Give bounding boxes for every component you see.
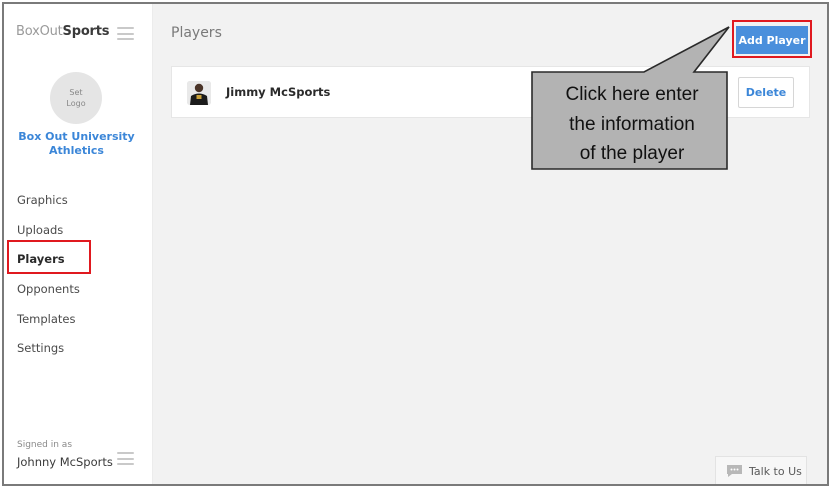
sidebar-item-templates[interactable]: Templates xyxy=(4,305,149,335)
set-logo-line2: Logo xyxy=(66,99,86,108)
chat-bubble-icon xyxy=(727,465,742,477)
organization-name-line2: Athletics xyxy=(49,144,104,157)
sidebar-item-opponents[interactable]: Opponents xyxy=(4,275,149,305)
user-menu-icon[interactable] xyxy=(117,452,134,465)
brand-light: BoxOut xyxy=(16,24,63,39)
organization-name[interactable]: Box Out University Athletics xyxy=(4,130,149,158)
add-player-highlight-box xyxy=(732,20,812,58)
player-photo-icon xyxy=(187,81,211,105)
organization-name-line1: Box Out University xyxy=(18,130,135,143)
callout-text: Click here enter the information of the … xyxy=(534,80,730,169)
brand-logo[interactable]: BoxOutSports xyxy=(16,24,110,39)
brand-bold: Sports xyxy=(62,24,110,39)
sidebar-item-settings[interactable]: Settings xyxy=(4,334,149,364)
talk-to-us-label: Talk to Us xyxy=(749,464,802,478)
set-logo-line1: Set xyxy=(69,88,83,97)
signed-in-user[interactable]: Johnny McSports xyxy=(17,455,113,469)
sidebar-item-graphics[interactable]: Graphics xyxy=(4,186,149,216)
sidebar-nav: Graphics Uploads Players Opponents Templ… xyxy=(4,186,149,364)
callout-line3: of the player xyxy=(579,143,685,164)
players-highlight-box xyxy=(7,240,91,274)
callout-line2: the information xyxy=(569,113,695,135)
signed-in-label: Signed in as xyxy=(17,440,73,450)
player-avatar xyxy=(187,81,211,105)
app-frame: BoxOutSports Set Logo Box Out University… xyxy=(2,2,829,486)
callout-line1: Click here enter xyxy=(565,84,699,105)
talk-to-us-button[interactable]: Talk to Us xyxy=(715,456,807,484)
delete-player-button[interactable]: Delete xyxy=(738,77,794,108)
set-logo-button[interactable]: Set Logo xyxy=(50,72,102,124)
hamburger-icon[interactable] xyxy=(117,27,134,40)
page-title: Players xyxy=(171,25,222,41)
player-name[interactable]: Jimmy McSports xyxy=(226,85,330,99)
